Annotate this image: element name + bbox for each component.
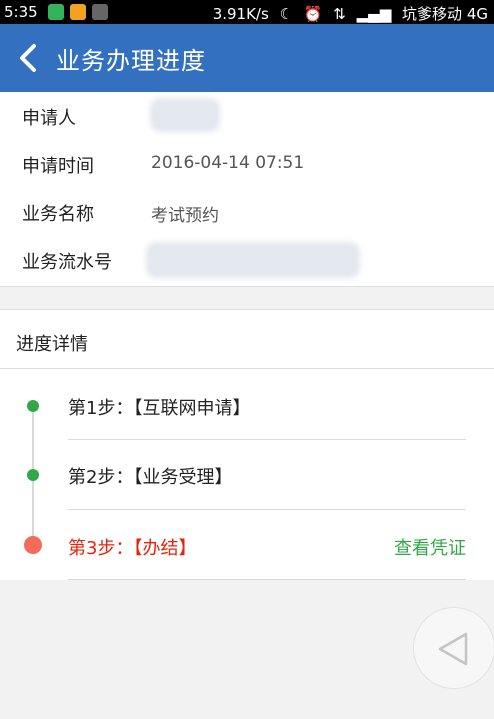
info-row-time: 申请时间 2016-04-14 07:51 [0, 140, 494, 188]
data-arrows-icon: ⇅ [333, 5, 346, 23]
info-label: 业务流水号 [22, 252, 112, 273]
status-bar: 5:35 3.91K/s ☾ ⏰ ⇅ ▂▄▆ 坑爹移动 4G [0, 0, 494, 24]
step-3-label: 第3步：【办结】 [68, 538, 197, 559]
net-speed: 3.91K/s [212, 5, 269, 23]
signal-icon: ▂▄▆ [356, 5, 392, 23]
network-type: 4G [466, 5, 488, 23]
info-label: 业务名称 [22, 204, 94, 225]
info-label: 申请时间 [22, 156, 94, 177]
info-row-business: 业务名称 考试预约 [0, 188, 494, 236]
app-notification-icon [70, 4, 86, 20]
info-label: 申请人 [22, 108, 76, 129]
step-done-dot [27, 400, 39, 412]
business-name-value: 考试预约 [151, 206, 219, 226]
section-title: 进度详情 [16, 334, 88, 355]
application-info: 申请人 申请时间 2016-04-14 07:51 业务名称 考试预约 业务流水… [0, 92, 494, 286]
app-notification-icon [48, 4, 64, 20]
divider [0, 368, 494, 369]
page-title: 业务办理进度 [56, 47, 206, 75]
divider [0, 286, 494, 287]
redacted-value [146, 242, 360, 278]
moon-icon: ☾ [279, 5, 294, 23]
divider [68, 439, 466, 440]
alarm-icon: ⏰ [303, 5, 323, 23]
header: 业务办理进度 [0, 24, 494, 92]
step-done-dot [27, 469, 39, 481]
application-time-value: 2016-04-14 07:51 [151, 153, 305, 173]
step-1-label: 第1步：【互联网申请】 [68, 398, 251, 419]
divider [68, 509, 466, 510]
back-button[interactable] [14, 40, 44, 76]
info-row-serial: 业务流水号 [0, 236, 494, 284]
info-row-applicant: 申请人 [0, 92, 494, 140]
redacted-value [150, 98, 220, 132]
divider [68, 579, 466, 580]
view-voucher-link[interactable]: 查看凭证 [394, 534, 466, 560]
chevron-left-icon [20, 44, 36, 72]
carrier-name: 坑爹移动 [402, 5, 463, 23]
step-2-label: 第2步：【业务受理】 [68, 467, 233, 488]
status-time: 5:35 [4, 3, 38, 21]
triangle-left-icon [438, 632, 468, 666]
progress-details: 进度详情 第1步：【互联网申请】 第2步：【业务受理】 第3步：【办结】 查看凭… [0, 310, 494, 580]
step-current-dot [24, 536, 42, 554]
floating-back-button[interactable] [413, 607, 494, 689]
image-notification-icon [92, 4, 108, 20]
